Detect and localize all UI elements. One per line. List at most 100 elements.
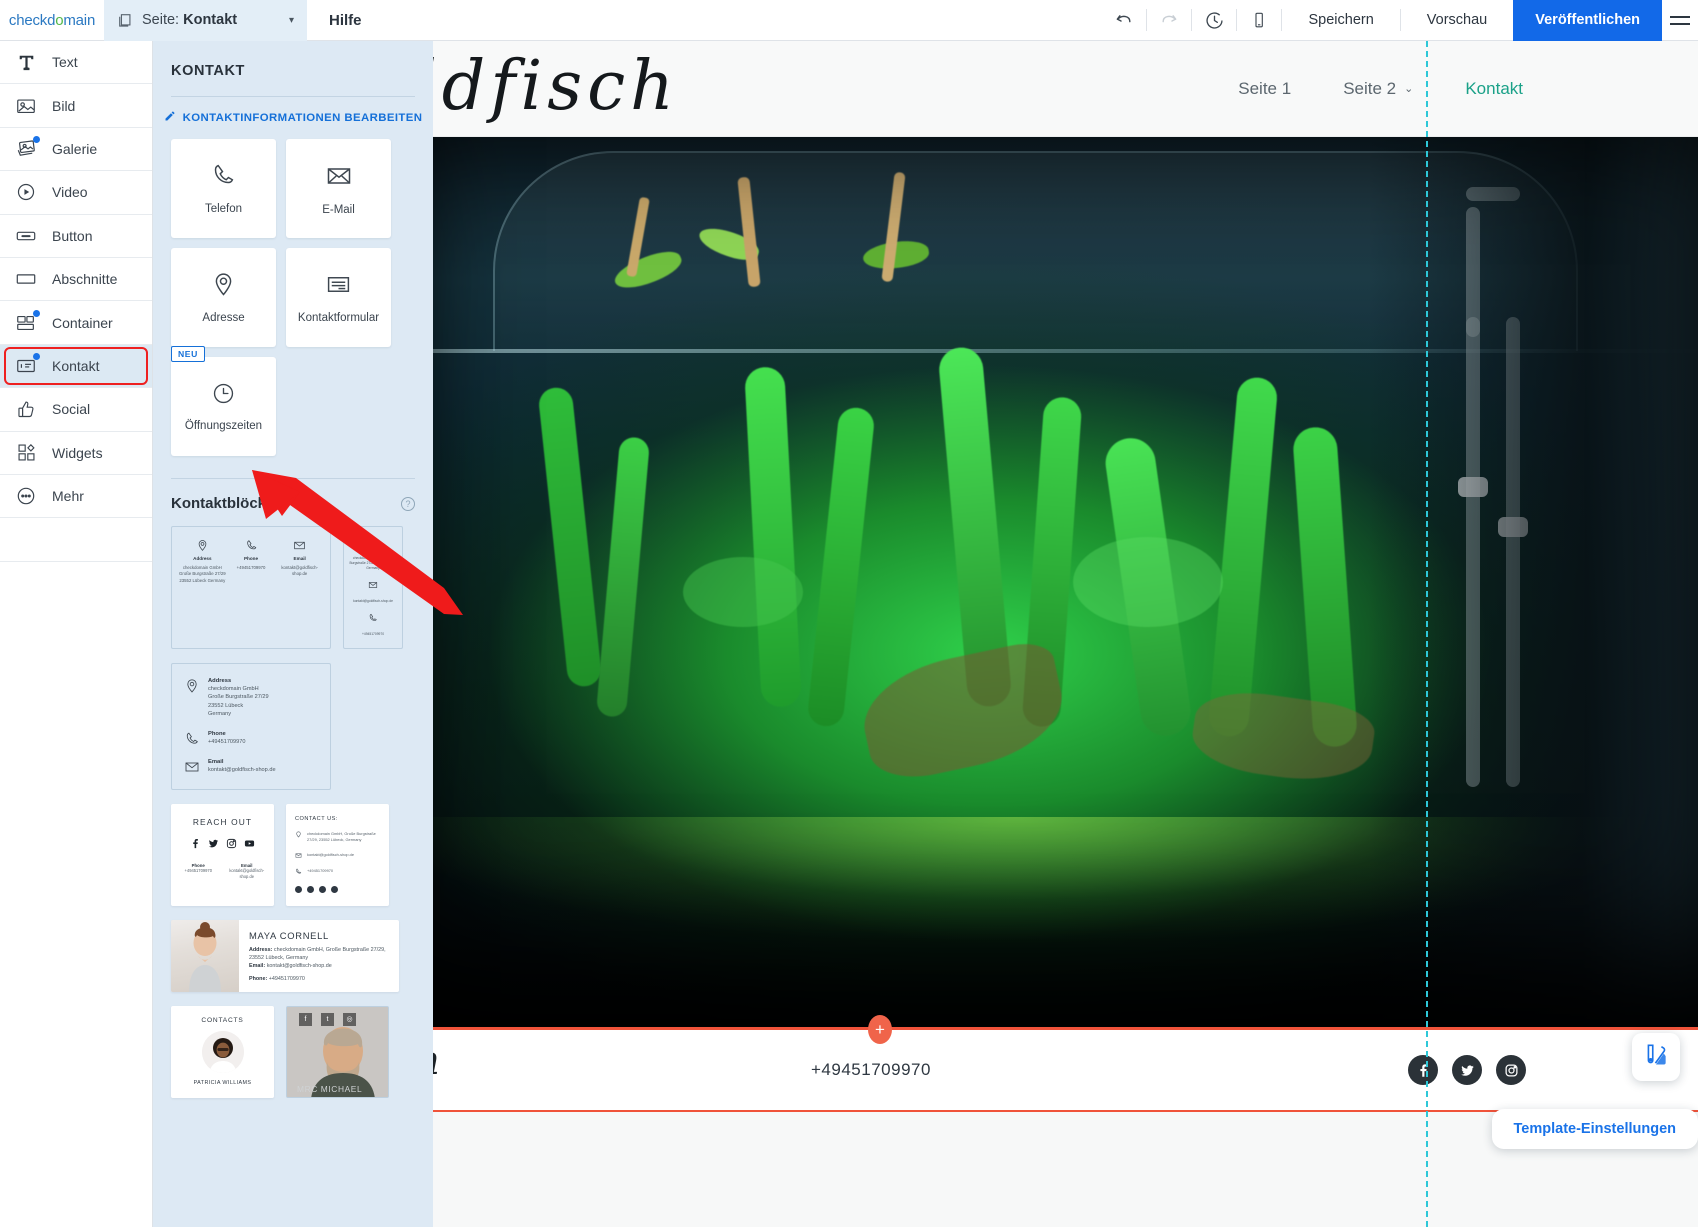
- block-col-phone: Phone +49451709970: [227, 539, 276, 584]
- nav-item-seite-1[interactable]: Seite 1: [1238, 79, 1291, 99]
- map-pin-icon: [210, 271, 237, 298]
- twitter-icon[interactable]: [307, 886, 314, 893]
- tile-email[interactable]: E-Mail: [286, 139, 391, 238]
- rail-filler: [0, 518, 152, 561]
- save-button[interactable]: Speichern: [1282, 0, 1399, 41]
- history-clock-icon[interactable]: [1192, 0, 1236, 41]
- tile-telefon[interactable]: Telefon: [171, 139, 276, 238]
- footer-phone[interactable]: +49451709970: [811, 1060, 931, 1080]
- app-logo[interactable]: checkdomain: [0, 0, 104, 41]
- help-button[interactable]: Hilfe: [307, 0, 384, 41]
- rail-label: Container: [52, 315, 113, 331]
- add-section-button[interactable]: +: [868, 1015, 892, 1044]
- edit-contact-info-label: KONTAKTINFORMATIONEN BEARBEITEN: [183, 112, 423, 124]
- block-row-1: Address checkdomain GmbH Große Burgstraß…: [171, 526, 415, 649]
- rail-label: Text: [52, 54, 78, 70]
- youtube-icon[interactable]: [244, 836, 255, 854]
- block-field-title: Address: [208, 678, 269, 684]
- contact-block-stacked[interactable]: Address checkdomain GmbH Große Burgstraß…: [171, 663, 331, 790]
- envelope-icon: [325, 162, 353, 190]
- nav-item-seite-2[interactable]: Seite 2 ⌄: [1343, 79, 1413, 99]
- rail-item-button[interactable]: Button: [0, 215, 152, 258]
- rail-item-galerie[interactable]: Galerie: [0, 128, 152, 171]
- block-field-title: Email: [294, 556, 306, 561]
- envelope-icon: [295, 852, 302, 859]
- page-selector[interactable]: Seite: Kontakt ▾: [104, 0, 307, 41]
- tile-label: E-Mail: [322, 204, 355, 216]
- contact-block-contact-us[interactable]: CONTACT US: checkdomain GmbH, Große Burg…: [286, 804, 389, 906]
- facebook-icon[interactable]: [295, 886, 302, 893]
- contact-block-person-card[interactable]: MAYA CORNELL Address: checkdomain GmbH, …: [171, 920, 399, 992]
- nav-item-kontakt[interactable]: Kontakt: [1465, 79, 1523, 99]
- publish-button[interactable]: Veröffentlichen: [1513, 0, 1662, 41]
- facebook-icon[interactable]: f: [299, 1013, 312, 1026]
- tile-oeffnungszeiten[interactable]: NEU Öffnungszeiten: [171, 357, 276, 456]
- contact-block-3col[interactable]: Address checkdomain GmbH Große Burgstraß…: [171, 526, 331, 649]
- rail-item-text[interactable]: Text: [0, 41, 152, 84]
- chevron-down-icon[interactable]: ⌄: [1404, 82, 1413, 95]
- rail-item-video[interactable]: Video: [0, 171, 152, 214]
- hamburger-menu-icon[interactable]: [1662, 0, 1698, 41]
- contact-us-email: kontakt@goldfisch-shop.de: [295, 852, 380, 859]
- tile-adresse[interactable]: Adresse: [171, 248, 276, 347]
- photo-card-name: MRC MICHAEL: [297, 1084, 362, 1094]
- rail-item-mehr[interactable]: Mehr: [0, 475, 152, 518]
- brand-part2: main: [63, 12, 95, 29]
- person-name: MAYA CORNELL: [249, 930, 389, 941]
- instagram-icon[interactable]: [1496, 1055, 1526, 1085]
- preview-button[interactable]: Vorschau: [1401, 0, 1513, 41]
- rail-item-social[interactable]: Social: [0, 388, 152, 431]
- page-icon: [117, 12, 134, 29]
- phone-icon: [245, 539, 258, 552]
- site-footer: h +49451709970: [433, 1030, 1698, 1110]
- photo-card-social-icons: f t ◎: [299, 1013, 356, 1026]
- reach-out-email: Email kontakt@goldfisch-shop.de: [228, 863, 267, 880]
- new-badge-dot: [33, 136, 40, 143]
- undo-icon[interactable]: [1102, 0, 1146, 41]
- rail-item-kontakt[interactable]: Kontakt: [0, 345, 152, 388]
- rail-item-container[interactable]: Container: [0, 301, 152, 344]
- contact-us-phone: +49451709970: [295, 868, 380, 875]
- block-heading: CONTACT US:: [295, 816, 380, 822]
- instagram-icon[interactable]: [319, 886, 326, 893]
- template-settings-fab[interactable]: [1632, 1033, 1680, 1081]
- more-dots-icon: [14, 484, 38, 508]
- contact-block-photo-card[interactable]: f t ◎ MRC MICHAEL: [286, 1006, 389, 1098]
- block-field-title: Address: [193, 556, 211, 561]
- new-badge-dot: [33, 310, 40, 317]
- contact-block-reach-out[interactable]: REACH OUT Phone +49451709970 Email konta…: [171, 804, 274, 906]
- template-settings-button[interactable]: Template-Einstellungen: [1492, 1109, 1698, 1149]
- youtube-icon[interactable]: [331, 886, 338, 893]
- map-pin-icon: [295, 831, 302, 838]
- widgets-icon: [14, 441, 38, 465]
- instagram-icon[interactable]: ◎: [343, 1013, 356, 1026]
- tile-kontaktformular[interactable]: Kontaktformular: [286, 248, 391, 347]
- chevron-down-icon[interactable]: ▾: [289, 15, 294, 26]
- rail-item-widgets[interactable]: Widgets: [0, 432, 152, 475]
- contact-block-contacts[interactable]: CONTACTS PATRICIA WILLIAMS: [171, 1006, 274, 1098]
- left-tool-rail: Text Bild Galerie Video: [0, 41, 153, 1227]
- avatar: [202, 1031, 244, 1073]
- twitter-icon[interactable]: [208, 836, 219, 854]
- question-mark-icon[interactable]: ?: [401, 497, 415, 511]
- facebook-icon[interactable]: [190, 836, 201, 854]
- tile-label: Öffnungszeiten: [185, 420, 262, 432]
- facebook-icon[interactable]: [1408, 1055, 1438, 1085]
- redo-icon[interactable]: [1147, 0, 1191, 41]
- field-title: Phone:: [249, 976, 267, 982]
- edit-contact-info-link[interactable]: KONTAKTINFORMATIONEN BEARBEITEN: [153, 97, 433, 139]
- site-logo[interactable]: ldfisch: [433, 47, 679, 126]
- rail-item-abschnitte[interactable]: Abschnitte: [0, 258, 152, 301]
- mobile-preview-icon[interactable]: [1237, 0, 1281, 41]
- contact-block-vertical-mini[interactable]: checkdomain GmbH Große Burgstraße 27/29 …: [343, 526, 403, 649]
- top-toolbar: checkdomain Seite: Kontakt ▾ Hilfe: [0, 0, 1698, 41]
- person-photo: [171, 920, 239, 992]
- twitter-icon[interactable]: t: [321, 1013, 334, 1026]
- block-field-value: checkdomain GmbH, Große Burgstraße 27/29…: [307, 831, 380, 844]
- twitter-icon[interactable]: [1452, 1055, 1482, 1085]
- nav-label: Kontakt: [1465, 79, 1523, 99]
- hero-aquarium-image[interactable]: [433, 137, 1698, 1027]
- block-col-address: Address checkdomain GmbH Große Burgstraß…: [178, 539, 227, 584]
- instagram-icon[interactable]: [226, 836, 237, 854]
- rail-item-bild[interactable]: Bild: [0, 84, 152, 127]
